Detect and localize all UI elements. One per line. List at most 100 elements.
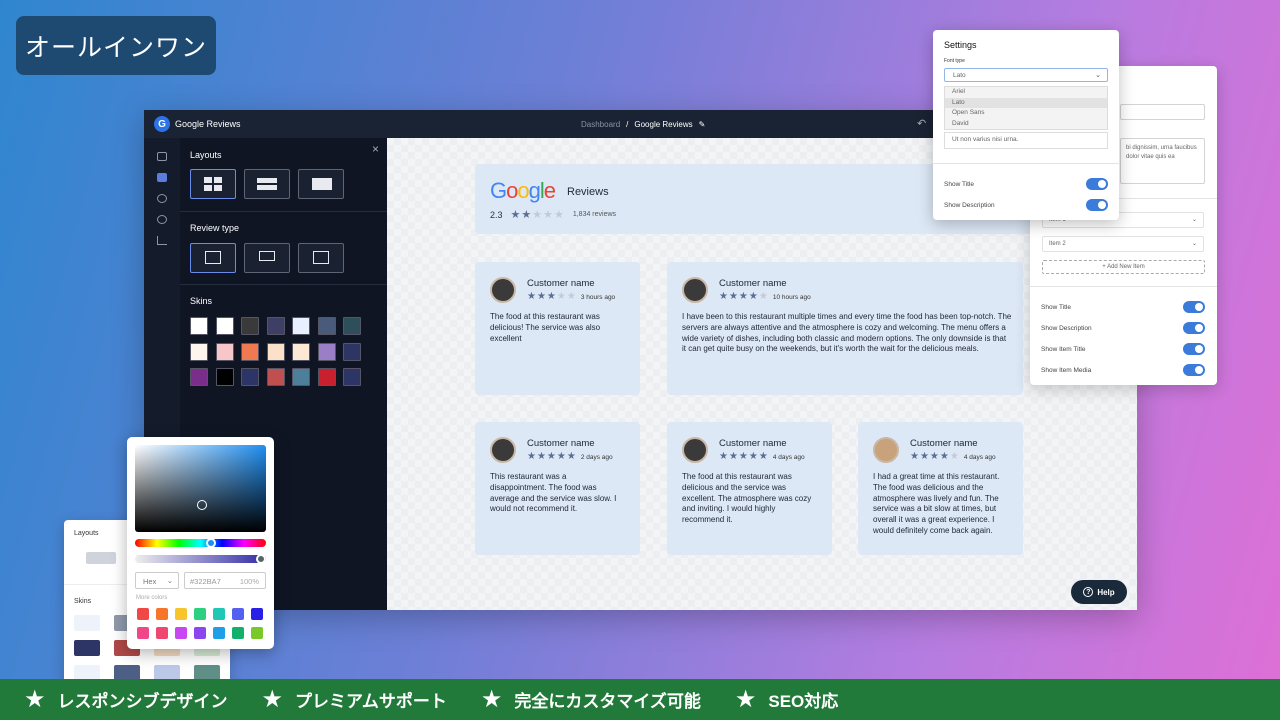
font-type-label: Font type <box>944 58 965 64</box>
skin-swatch[interactable] <box>215 342 234 361</box>
skin-swatch[interactable] <box>241 342 259 361</box>
color-swatch[interactable] <box>175 627 187 639</box>
review-time: 3 hours ago <box>580 294 616 301</box>
palette-icon[interactable] <box>157 194 167 203</box>
settings-title: Settings <box>944 40 977 50</box>
chart-icon[interactable] <box>157 236 167 245</box>
color-swatch[interactable] <box>137 627 149 639</box>
skin-swatch[interactable] <box>266 368 285 386</box>
settings-popup: Settings Font type Lato ⌄ Ariel Lato Open… <box>933 30 1119 220</box>
show-item-media-toggle[interactable] <box>1183 364 1205 376</box>
breadcrumb-dashboard[interactable]: Dashboard <box>581 120 620 129</box>
review-type-heading: Review type <box>190 223 240 233</box>
color-swatch[interactable] <box>213 627 225 639</box>
mini-skin[interactable] <box>74 615 100 631</box>
color-swatch[interactable] <box>232 608 244 620</box>
skin-swatch[interactable] <box>266 317 285 335</box>
color-swatch[interactable] <box>194 627 206 639</box>
skin-swatch[interactable] <box>241 317 259 335</box>
avatar <box>490 277 516 303</box>
skin-swatch[interactable] <box>292 368 310 386</box>
mini-skins-heading: Skins <box>74 598 92 605</box>
layout-slider-button[interactable] <box>298 169 344 199</box>
layout-grid-button[interactable] <box>190 169 236 199</box>
skin-swatch[interactable] <box>343 317 361 335</box>
font-type-select[interactable]: Lato ⌄ <box>944 68 1108 82</box>
skin-swatch[interactable] <box>241 368 259 386</box>
color-swatch[interactable] <box>156 627 168 639</box>
close-icon[interactable]: × <box>372 142 379 156</box>
alpha-slider[interactable] <box>135 554 266 564</box>
description-textarea[interactable]: Ut non varius nisi urna. <box>944 132 1108 149</box>
show-description-toggle[interactable] <box>1086 199 1108 211</box>
skin-swatch[interactable] <box>292 342 310 361</box>
skin-swatch[interactable] <box>215 368 234 386</box>
color-swatch[interactable] <box>156 608 168 620</box>
review-time: 2 days ago <box>580 454 613 461</box>
skin-swatch[interactable] <box>190 317 208 335</box>
skin-swatch[interactable] <box>292 317 310 335</box>
review-text: The food at this restaurant was deliciou… <box>682 472 812 525</box>
color-swatch[interactable] <box>213 608 225 620</box>
help-button[interactable]: ? Help <box>1071 580 1127 604</box>
color-swatch[interactable] <box>251 608 263 620</box>
add-item-button[interactable]: + Add New Item <box>1042 260 1205 274</box>
color-swatch[interactable] <box>137 608 149 620</box>
gear-icon[interactable] <box>157 215 167 224</box>
google-logo-icon: G <box>154 116 170 132</box>
review-type-1-button[interactable] <box>190 243 236 273</box>
review-stars: ★★★★★ 2 days ago <box>527 451 613 462</box>
font-option[interactable]: Open Sans <box>945 108 1107 119</box>
review-type-3-button[interactable] <box>298 243 344 273</box>
font-option[interactable]: Lato <box>945 97 1107 108</box>
chevron-down-icon: ⌄ <box>1095 72 1101 79</box>
saturation-area[interactable] <box>135 445 266 532</box>
mini-layout-slider[interactable] <box>86 552 116 564</box>
color-swatch[interactable] <box>251 627 263 639</box>
undo-icon[interactable]: ↶ <box>917 117 926 130</box>
show-title-toggle[interactable] <box>1183 301 1205 313</box>
show-description-toggle[interactable] <box>1183 322 1205 334</box>
item-row[interactable]: Item 2 ⌄ <box>1042 236 1204 252</box>
skin-swatch[interactable] <box>343 342 361 361</box>
skin-swatch[interactable] <box>190 368 208 386</box>
color-format-select[interactable]: Hex ⌄ <box>135 572 179 589</box>
color-swatch[interactable] <box>175 608 187 620</box>
feature-item: ★ SEO対応 <box>734 685 839 713</box>
toggle-row: Show Item Media <box>1041 364 1205 376</box>
review-card: Customer name ★★★★★ 3 hours ago The food … <box>475 262 640 395</box>
review-text: I have been to this restaurant multiple … <box>682 312 1012 354</box>
toggle-row: Show Title <box>944 178 1108 190</box>
show-item-title-toggle[interactable] <box>1183 343 1205 355</box>
layouts-heading: Layouts <box>190 150 222 160</box>
font-option[interactable]: David <box>945 119 1107 130</box>
edit-pencil-icon[interactable]: ✎ <box>699 120 706 129</box>
description-textarea[interactable]: bi dignissim, urna faucibus dolor vitae … <box>1120 138 1205 184</box>
alpha-handle[interactable] <box>256 554 266 564</box>
title-input[interactable] <box>1120 104 1205 120</box>
customer-name: Customer name <box>719 438 787 449</box>
skin-swatch[interactable] <box>317 368 336 386</box>
skin-swatch[interactable] <box>317 342 336 361</box>
skin-swatch[interactable] <box>317 317 336 335</box>
hue-handle[interactable] <box>206 538 216 548</box>
hue-slider[interactable] <box>135 538 266 548</box>
mini-skin[interactable] <box>74 640 100 656</box>
layouts-icon[interactable] <box>157 173 167 182</box>
skin-swatch[interactable] <box>343 368 361 386</box>
hex-input[interactable]: #322BA7 100% <box>184 572 266 589</box>
font-option[interactable]: Ariel <box>945 87 1107 98</box>
avatar <box>682 437 708 463</box>
review-stars: ★★★★★ 3 hours ago <box>527 291 616 302</box>
review-count: 1,834 reviews <box>572 211 617 218</box>
saturation-handle[interactable] <box>197 500 207 510</box>
skin-swatch[interactable] <box>266 342 285 361</box>
layout-list-button[interactable] <box>244 169 290 199</box>
table-icon[interactable] <box>157 152 167 161</box>
show-title-toggle[interactable] <box>1086 178 1108 190</box>
review-type-2-button[interactable] <box>244 243 290 273</box>
color-swatch[interactable] <box>232 627 244 639</box>
skin-swatch[interactable] <box>190 342 208 361</box>
skin-swatch[interactable] <box>215 317 234 335</box>
color-swatch[interactable] <box>194 608 206 620</box>
